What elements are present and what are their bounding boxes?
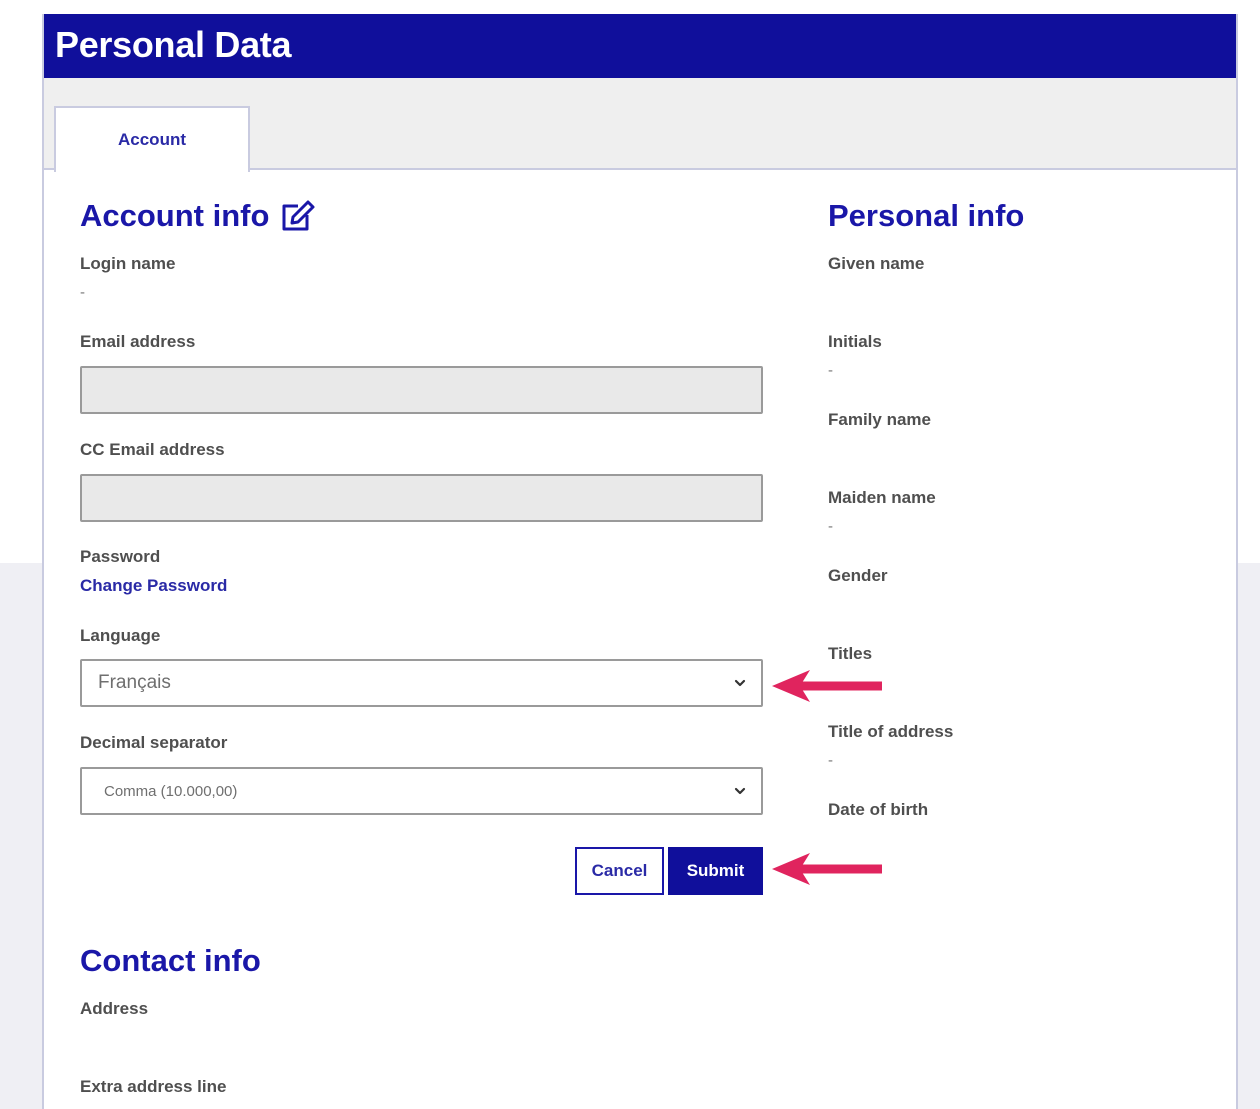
language-select[interactable]: Français [80,659,763,707]
chevron-down-icon [734,679,746,687]
contact-info-title: Contact info [80,943,261,978]
annotation-arrow-icon [772,853,882,885]
title-of-address-label: Title of address [828,722,954,741]
email-address-label: Email address [80,332,196,351]
gender-label: Gender [828,566,888,585]
change-password-link[interactable]: Change Password [80,576,227,596]
tab-account[interactable]: Account [54,106,250,172]
chevron-down-icon [734,787,746,795]
maiden-name-label: Maiden name [828,488,936,507]
address-label: Address [80,999,149,1018]
language-label: Language [80,626,161,645]
login-name-label: Login name [80,254,176,273]
password-label: Password [80,547,161,566]
decimal-separator-label: Decimal separator [80,733,228,752]
personal-data-panel: Personal Data Account Account info Login… [42,14,1238,1109]
annotation-arrow-icon [772,670,882,702]
tab-strip: Account [44,78,1236,172]
submit-button[interactable]: Submit [668,847,763,895]
edit-icon[interactable] [281,199,317,233]
account-info-heading: Account info [80,198,317,234]
titles-label: Titles [828,644,873,663]
personal-info-title: Personal info [828,198,1025,233]
login-name-value: - [80,284,85,301]
language-selected-value: Français [98,672,171,693]
date-of-birth-label: Date of birth [828,800,929,819]
initials-label: Initials [828,332,882,351]
cancel-button[interactable]: Cancel [575,847,664,895]
email-address-input[interactable] [80,366,763,414]
personal-info-heading: Personal info [828,198,1024,234]
page-header: Personal Data [44,14,1236,78]
contact-info-heading: Contact info [80,943,261,979]
cc-email-address-input[interactable] [80,474,763,522]
decimal-separator-select[interactable]: Comma (10.000,00) [80,767,763,815]
title-of-address-value: - [828,752,833,769]
page-title: Personal Data [55,24,292,65]
family-name-label: Family name [828,410,931,429]
maiden-name-value: - [828,518,833,535]
given-name-label: Given name [828,254,925,273]
account-info-title: Account info [80,198,270,233]
initials-value: - [828,362,833,379]
extra-address-line-label: Extra address line [80,1077,227,1096]
cc-email-address-label: CC Email address [80,440,225,459]
decimal-separator-selected-value: Comma (10.000,00) [104,782,238,800]
